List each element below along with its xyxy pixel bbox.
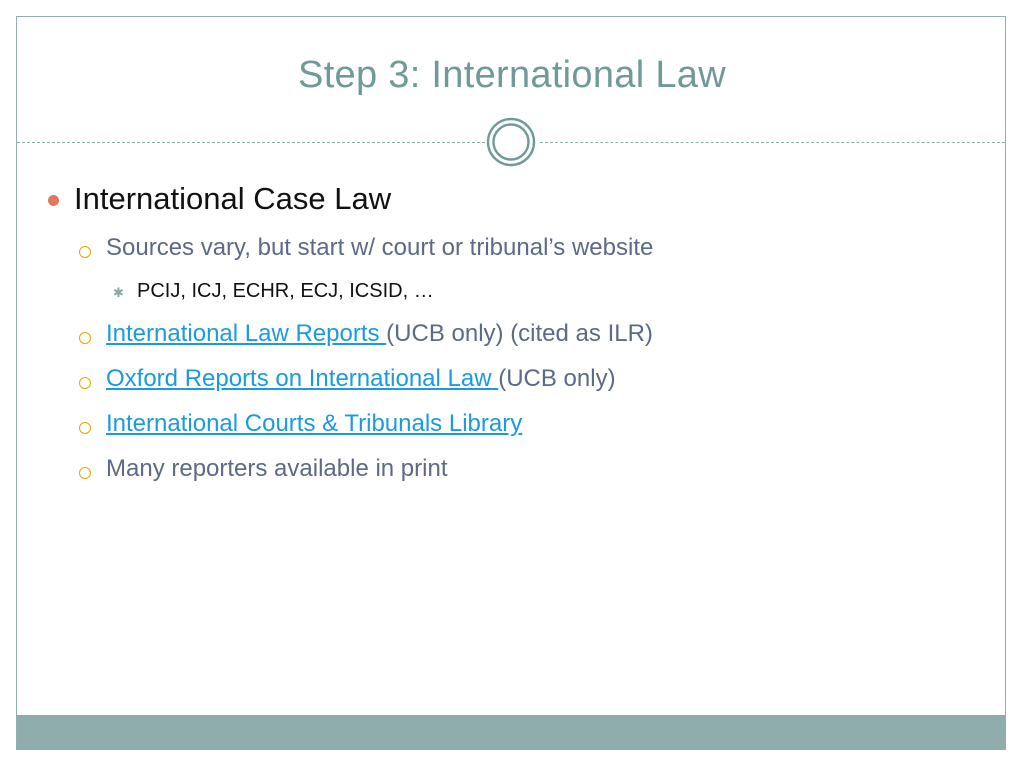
bullet-sources: Sources vary, but start w/ court or trib…	[106, 234, 654, 261]
link-international-law-reports[interactable]: International Law Reports	[106, 320, 386, 347]
star-icon: ✱	[113, 285, 124, 300]
footer-bar	[17, 715, 1005, 749]
link-international-courts-tribunals-library[interactable]: International Courts & Tribunals Library	[106, 410, 522, 437]
hollow-circle-icon	[79, 246, 91, 258]
bullet-oxford: Oxford Reports on International Law (UCB…	[106, 365, 616, 393]
filled-circle-icon	[48, 195, 59, 206]
bullet-print: Many reporters available in print	[106, 455, 448, 482]
bullet-courts: PCIJ, ICJ, ECHR, ECJ, ICSID, …	[137, 280, 434, 302]
hollow-circle-icon	[79, 377, 91, 389]
link-oxford-reports[interactable]: Oxford Reports on International Law	[106, 365, 498, 392]
hollow-circle-icon	[79, 332, 91, 344]
slide-content: International Case Law Sources vary, but…	[0, 0, 1024, 768]
ilr-suffix: (UCB only) (cited as ILR)	[386, 320, 653, 347]
bullet-courts-library: International Courts & Tribunals Library	[106, 410, 522, 438]
hollow-circle-icon	[79, 467, 91, 479]
bullet-ilr: International Law Reports (UCB only) (ci…	[106, 320, 653, 348]
oxford-suffix: (UCB only)	[498, 365, 616, 392]
hollow-circle-icon	[79, 422, 91, 434]
bullet-international-case-law: International Case Law	[74, 181, 392, 216]
